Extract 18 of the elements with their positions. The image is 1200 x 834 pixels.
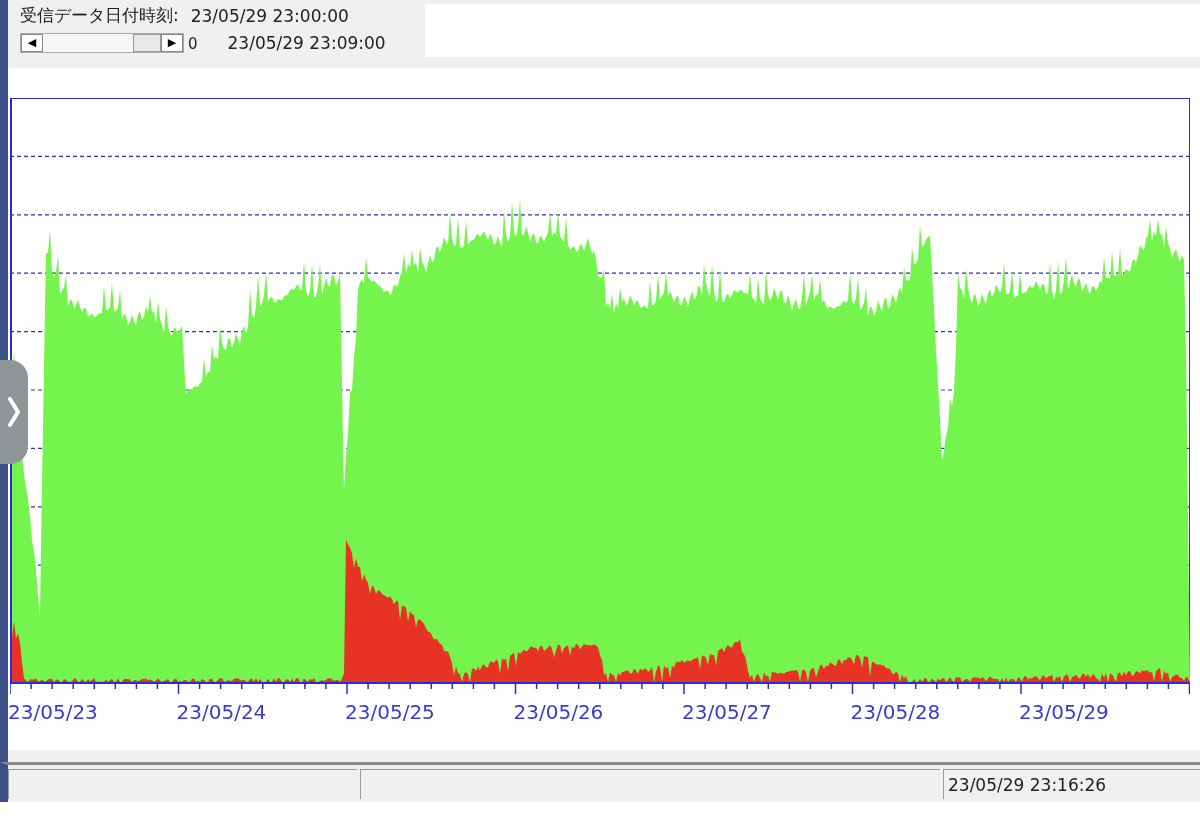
start-time: 23/05/29 23:00:00	[190, 5, 349, 26]
expand-handle[interactable]	[0, 360, 28, 464]
field-label: 受信データ日付時刻:	[20, 4, 179, 27]
chevron-right-icon	[8, 397, 20, 427]
x-axis-label: 23/05/25	[345, 700, 435, 724]
scroll-right-button[interactable]: ▶	[161, 34, 183, 52]
scroll-bar[interactable]: ◀ ▶	[20, 33, 184, 53]
x-axis-label: 23/05/23	[8, 700, 98, 724]
x-axis-label: 23/05/24	[176, 700, 267, 724]
scroll-thumb[interactable]	[133, 34, 161, 52]
x-axis-label: 23/05/26	[513, 700, 604, 724]
status-time: 23/05/29 23:16:26	[943, 769, 1200, 799]
end-time: 23/05/29 23:09:00	[227, 33, 386, 53]
x-axis-label: 23/05/27	[682, 700, 772, 724]
scroll-left-button[interactable]: ◀	[21, 34, 43, 52]
x-axis-label: 23/05/29	[1019, 700, 1109, 724]
x-axis-label: 23/05/28	[850, 700, 941, 724]
scroll-value: 0	[188, 35, 198, 53]
